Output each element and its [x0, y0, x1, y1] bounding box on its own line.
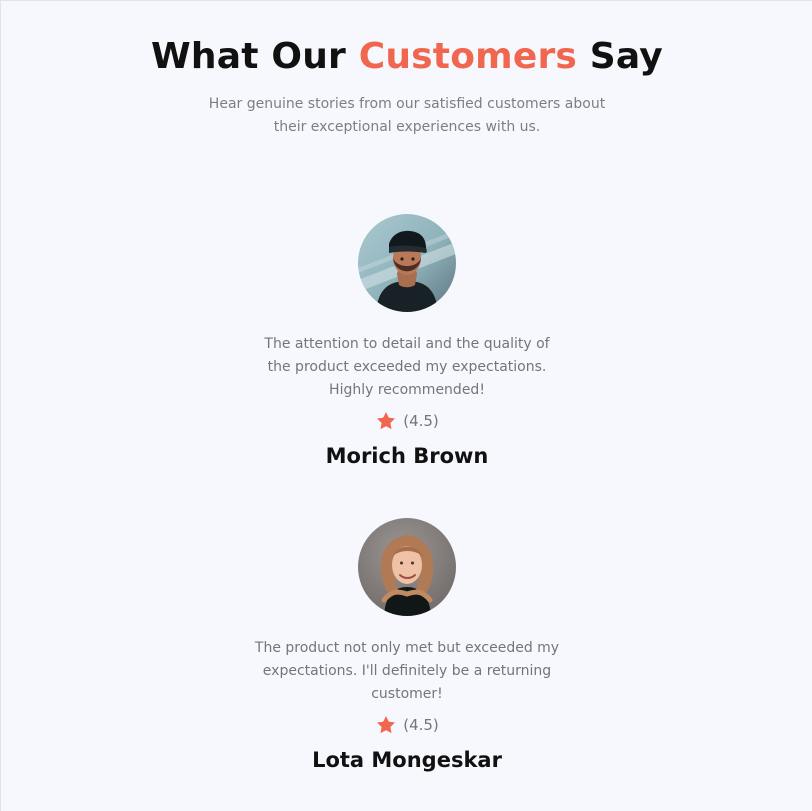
- star-icon: [377, 412, 396, 430]
- customer-avatar-photo: [358, 518, 456, 616]
- customer-avatar: [358, 214, 456, 312]
- section-subtitle: Hear genuine stories from our satisfied …: [208, 96, 606, 135]
- section-header: What Our Customers Say Hear genuine stor…: [1, 35, 812, 139]
- testimonial-rating: (4.5): [1, 713, 812, 737]
- testimonial-list: The attention to detail and the quality …: [1, 214, 812, 774]
- customer-name: Lota Mongeskar: [312, 748, 502, 772]
- testimonials-page: What Our Customers Say Hear genuine stor…: [0, 0, 812, 811]
- title-prefix: What Our: [151, 36, 346, 77]
- testimonial-card: The attention to detail and the quality …: [1, 214, 812, 470]
- title-suffix: Say: [589, 36, 663, 77]
- testimonial-card: The product not only met but exceeded my…: [1, 518, 812, 774]
- rating-value: (4.5): [403, 716, 439, 734]
- customer-name: Morich Brown: [325, 444, 489, 468]
- testimonial-quote: The attention to detail and the quality …: [264, 336, 550, 398]
- title-accent: Customers: [358, 36, 578, 77]
- customer-avatar-photo: [358, 214, 456, 312]
- star-icon: [377, 716, 396, 734]
- rating-value: (4.5): [403, 412, 439, 430]
- section-title: What Our Customers Say: [1, 35, 812, 79]
- testimonial-quote: The product not only met but exceeded my…: [254, 640, 560, 702]
- testimonial-rating: (4.5): [1, 409, 812, 433]
- customer-avatar: [358, 518, 456, 616]
